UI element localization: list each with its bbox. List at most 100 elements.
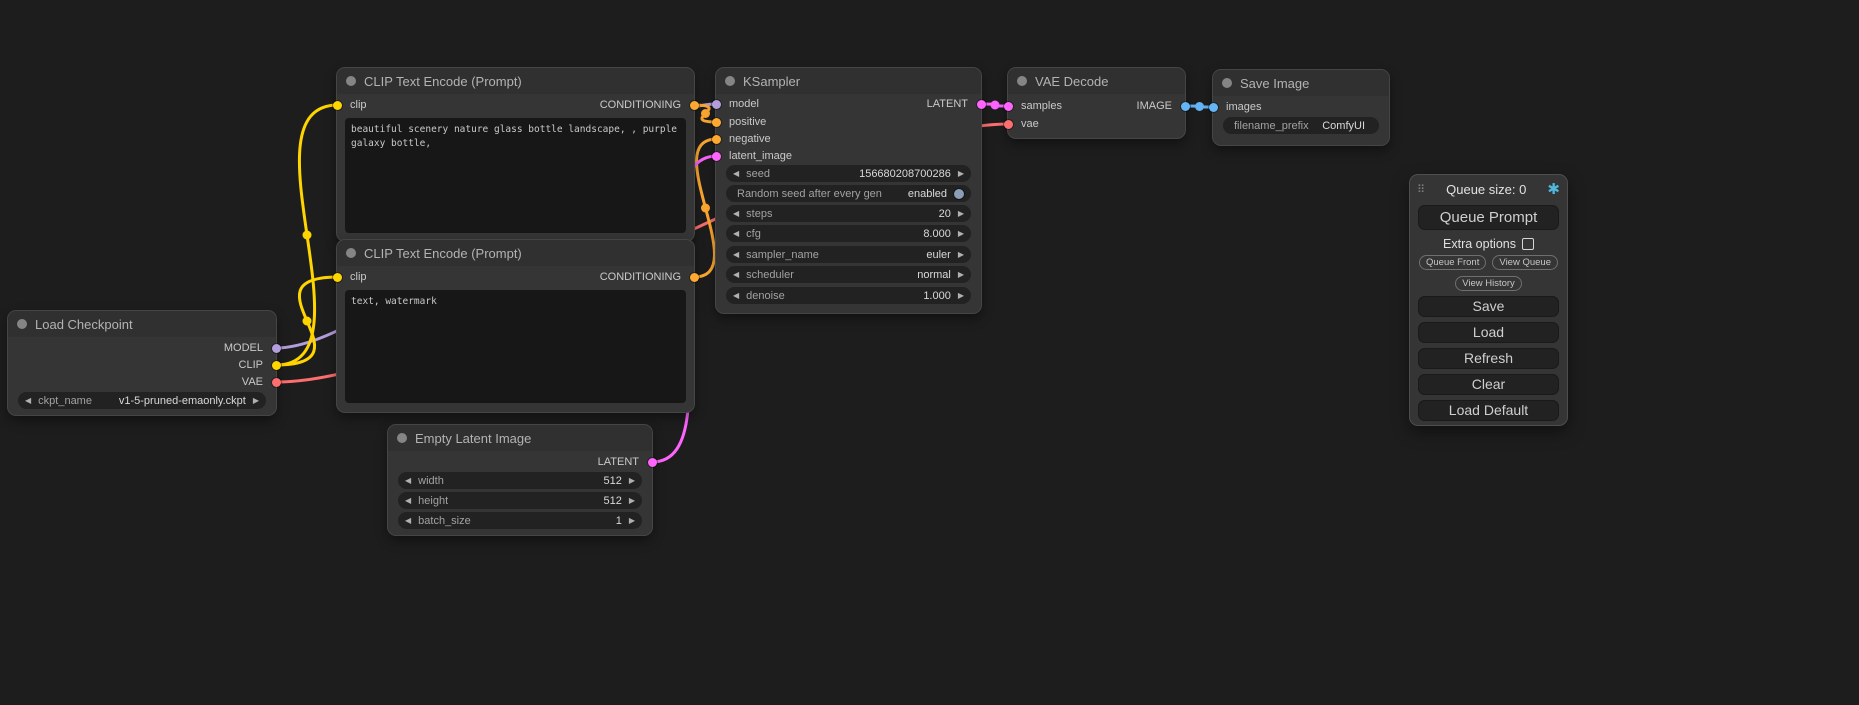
collapse-dot-icon[interactable]: [1222, 78, 1232, 88]
model-slot-dot-icon[interactable]: [712, 100, 721, 109]
collapse-dot-icon[interactable]: [17, 319, 27, 329]
decrement-arrow-icon[interactable]: [733, 225, 739, 242]
steps-widget[interactable]: steps 20: [726, 205, 971, 222]
vae-slot-dot-icon[interactable]: [272, 378, 281, 387]
node-clip-text-encode-negative[interactable]: CLIP Text Encode (Prompt) clip CONDITION…: [337, 240, 694, 412]
node-clip-text-encode-positive[interactable]: CLIP Text Encode (Prompt) clip CONDITION…: [337, 68, 694, 241]
decrement-arrow-icon[interactable]: [733, 246, 739, 263]
decrement-arrow-icon[interactable]: [733, 205, 739, 222]
toggle-dot-icon[interactable]: [954, 189, 964, 199]
node-ksampler[interactable]: KSampler model LATENT positive negative …: [716, 68, 981, 313]
images-input-slot[interactable]: images: [1213, 99, 1261, 115]
queue-prompt-button[interactable]: Queue Prompt: [1418, 205, 1559, 230]
latent-output-slot[interactable]: LATENT: [598, 454, 652, 470]
samples-input-slot[interactable]: samples: [1008, 98, 1062, 114]
positive-prompt-textarea[interactable]: beautiful scenery nature glass bottle la…: [345, 118, 686, 233]
collapse-dot-icon[interactable]: [1017, 76, 1027, 86]
filename-prefix-widget[interactable]: filename_prefix ComfyUI: [1223, 117, 1379, 134]
model-output-slot[interactable]: MODEL: [224, 340, 276, 356]
conditioning-slot-dot-icon[interactable]: [690, 101, 699, 110]
increment-arrow-icon[interactable]: [958, 266, 964, 283]
width-widget[interactable]: width 512: [398, 472, 642, 489]
increment-arrow-icon[interactable]: [958, 205, 964, 222]
increment-arrow-icon[interactable]: [629, 472, 635, 489]
image-output-slot[interactable]: IMAGE: [1137, 98, 1185, 114]
refresh-button[interactable]: Refresh: [1418, 348, 1559, 369]
decrement-arrow-icon[interactable]: [733, 287, 739, 304]
increment-arrow-icon[interactable]: [958, 287, 964, 304]
clip-slot-dot-icon[interactable]: [333, 273, 342, 282]
decrement-arrow-icon[interactable]: [405, 472, 411, 489]
cfg-widget[interactable]: cfg 8.000: [726, 225, 971, 242]
conditioning-output-slot[interactable]: CONDITIONING: [600, 269, 694, 285]
save-button[interactable]: Save: [1418, 296, 1559, 317]
image-slot-dot-icon[interactable]: [1181, 102, 1190, 111]
sampler-name-widget[interactable]: sampler_name euler: [726, 246, 971, 263]
vae-slot-dot-icon[interactable]: [1004, 120, 1013, 129]
clear-button[interactable]: Clear: [1418, 374, 1559, 395]
queue-front-button[interactable]: Queue Front: [1419, 255, 1486, 270]
node-title-bar[interactable]: Empty Latent Image: [388, 425, 652, 451]
clip-slot-dot-icon[interactable]: [333, 101, 342, 110]
node-title-bar[interactable]: KSampler: [716, 68, 981, 94]
clip-input-slot[interactable]: clip: [337, 269, 367, 285]
load-button[interactable]: Load: [1418, 322, 1559, 343]
drag-handle-icon[interactable]: [1417, 183, 1425, 196]
latent-slot-dot-icon[interactable]: [1004, 102, 1013, 111]
view-queue-button[interactable]: View Queue: [1492, 255, 1558, 270]
latent-slot-dot-icon[interactable]: [977, 100, 986, 109]
collapse-dot-icon[interactable]: [397, 433, 407, 443]
ckpt-name-widget[interactable]: ckpt_name v1-5-pruned-emaonly.ckpt: [18, 392, 266, 409]
increment-arrow-icon[interactable]: [629, 492, 635, 509]
settings-gear-icon[interactable]: [1547, 182, 1560, 197]
decrement-arrow-icon[interactable]: [405, 492, 411, 509]
decrement-arrow-icon[interactable]: [733, 165, 739, 182]
node-title-bar[interactable]: Save Image: [1213, 70, 1389, 96]
decrement-arrow-icon[interactable]: [733, 266, 739, 283]
node-empty-latent-image[interactable]: Empty Latent Image LATENT width 512 heig…: [388, 425, 652, 535]
decrement-arrow-icon[interactable]: [25, 392, 31, 409]
latent-image-input-slot[interactable]: latent_image: [716, 148, 792, 164]
negative-prompt-textarea[interactable]: text, watermark: [345, 290, 686, 403]
denoise-widget[interactable]: denoise 1.000: [726, 287, 971, 304]
node-title-bar[interactable]: VAE Decode: [1008, 68, 1185, 94]
negative-input-slot[interactable]: negative: [716, 131, 771, 147]
node-title-bar[interactable]: Load Checkpoint: [8, 311, 276, 337]
collapse-dot-icon[interactable]: [725, 76, 735, 86]
extra-options-checkbox[interactable]: [1522, 238, 1534, 250]
latent-output-slot[interactable]: LATENT: [927, 96, 981, 112]
conditioning-slot-dot-icon[interactable]: [712, 118, 721, 127]
scheduler-widget[interactable]: scheduler normal: [726, 266, 971, 283]
collapse-dot-icon[interactable]: [346, 248, 356, 258]
conditioning-output-slot[interactable]: CONDITIONING: [600, 97, 694, 113]
model-slot-dot-icon[interactable]: [272, 344, 281, 353]
clip-input-slot[interactable]: clip: [337, 97, 367, 113]
vae-output-slot[interactable]: VAE: [242, 374, 276, 390]
seed-widget[interactable]: seed 156680208700286: [726, 165, 971, 182]
decrement-arrow-icon[interactable]: [405, 512, 411, 529]
image-slot-dot-icon[interactable]: [1209, 103, 1218, 112]
batch-size-widget[interactable]: batch_size 1: [398, 512, 642, 529]
model-input-slot[interactable]: model: [716, 96, 759, 112]
increment-arrow-icon[interactable]: [958, 225, 964, 242]
random-seed-toggle[interactable]: Random seed after every gen enabled: [726, 185, 971, 202]
positive-input-slot[interactable]: positive: [716, 114, 766, 130]
clip-slot-dot-icon[interactable]: [272, 361, 281, 370]
increment-arrow-icon[interactable]: [629, 512, 635, 529]
latent-slot-dot-icon[interactable]: [648, 458, 657, 467]
latent-slot-dot-icon[interactable]: [712, 152, 721, 161]
height-widget[interactable]: height 512: [398, 492, 642, 509]
vae-input-slot[interactable]: vae: [1008, 116, 1039, 132]
load-default-button[interactable]: Load Default: [1418, 400, 1559, 421]
conditioning-slot-dot-icon[interactable]: [712, 135, 721, 144]
node-title-bar[interactable]: CLIP Text Encode (Prompt): [337, 68, 694, 94]
collapse-dot-icon[interactable]: [346, 76, 356, 86]
node-title-bar[interactable]: CLIP Text Encode (Prompt): [337, 240, 694, 266]
node-save-image[interactable]: Save Image images filename_prefix ComfyU…: [1213, 70, 1389, 145]
node-vae-decode[interactable]: VAE Decode samples IMAGE vae: [1008, 68, 1185, 138]
increment-arrow-icon[interactable]: [253, 392, 259, 409]
node-load-checkpoint[interactable]: Load Checkpoint MODEL CLIP VAE ckpt_name…: [8, 311, 276, 415]
increment-arrow-icon[interactable]: [958, 165, 964, 182]
view-history-button[interactable]: View History: [1455, 276, 1522, 291]
increment-arrow-icon[interactable]: [958, 246, 964, 263]
